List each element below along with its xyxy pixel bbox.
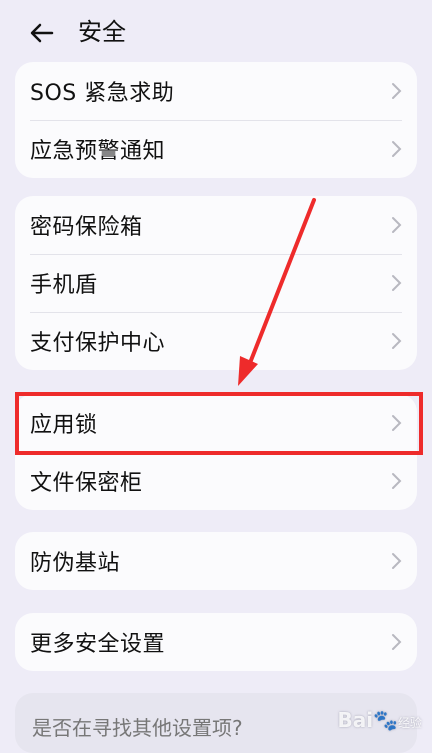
chevron-right-icon	[392, 415, 402, 431]
settings-group-emergency: SOS 紧急求助 应急预警通知	[15, 62, 417, 178]
settings-item-payment-protection[interactable]: 支付保护中心	[15, 312, 417, 370]
page-title: 安全	[78, 18, 126, 46]
chevron-right-icon	[392, 473, 402, 489]
chevron-right-icon	[392, 553, 402, 569]
settings-group-base-station: 防伪基站	[15, 532, 417, 590]
settings-item-label: 文件保密柜	[30, 471, 143, 496]
chevron-right-icon	[392, 634, 402, 650]
chevron-right-icon	[392, 275, 402, 291]
chevron-right-icon	[392, 141, 402, 157]
back-arrow-icon[interactable]	[26, 16, 60, 50]
settings-item-emergency-alerts[interactable]: 应急预警通知	[15, 120, 417, 178]
settings-item-fake-base-station[interactable]: 防伪基站	[15, 532, 417, 590]
settings-item-label: 更多安全设置	[30, 632, 166, 657]
search-suggestion-text: 是否在寻找其他设置项?	[32, 716, 243, 740]
watermark-brand: Bai	[337, 708, 374, 732]
watermark-suffix: 经验	[397, 716, 422, 730]
settings-item-label: SOS 紧急求助	[30, 81, 175, 106]
baidu-watermark: Bai🐾经验	[337, 708, 422, 732]
paw-icon: 🐾	[373, 708, 398, 732]
settings-item-file-safe[interactable]: 文件保密柜	[15, 452, 417, 510]
chevron-right-icon	[392, 217, 402, 233]
settings-item-label: 手机盾	[30, 273, 98, 298]
settings-group-protection: 密码保险箱 手机盾 支付保护中心	[15, 196, 417, 370]
settings-item-label: 支付保护中心	[30, 331, 166, 356]
app-header: 安全	[0, 0, 432, 64]
settings-group-privacy: 应用锁 文件保密柜	[15, 394, 417, 510]
settings-item-label: 防伪基站	[30, 551, 121, 576]
settings-item-label: 应急预警通知	[30, 139, 166, 164]
settings-item-phone-shield[interactable]: 手机盾	[15, 254, 417, 312]
settings-item-label: 应用锁	[30, 413, 98, 438]
chevron-right-icon	[392, 333, 402, 349]
settings-item-label: 密码保险箱	[30, 215, 143, 240]
settings-item-password-vault[interactable]: 密码保险箱	[15, 196, 417, 254]
settings-item-app-lock[interactable]: 应用锁	[15, 394, 417, 452]
chevron-right-icon	[392, 83, 402, 99]
settings-item-more-security[interactable]: 更多安全设置	[15, 613, 417, 671]
settings-group-more: 更多安全设置	[15, 613, 417, 671]
settings-item-sos[interactable]: SOS 紧急求助	[15, 62, 417, 120]
